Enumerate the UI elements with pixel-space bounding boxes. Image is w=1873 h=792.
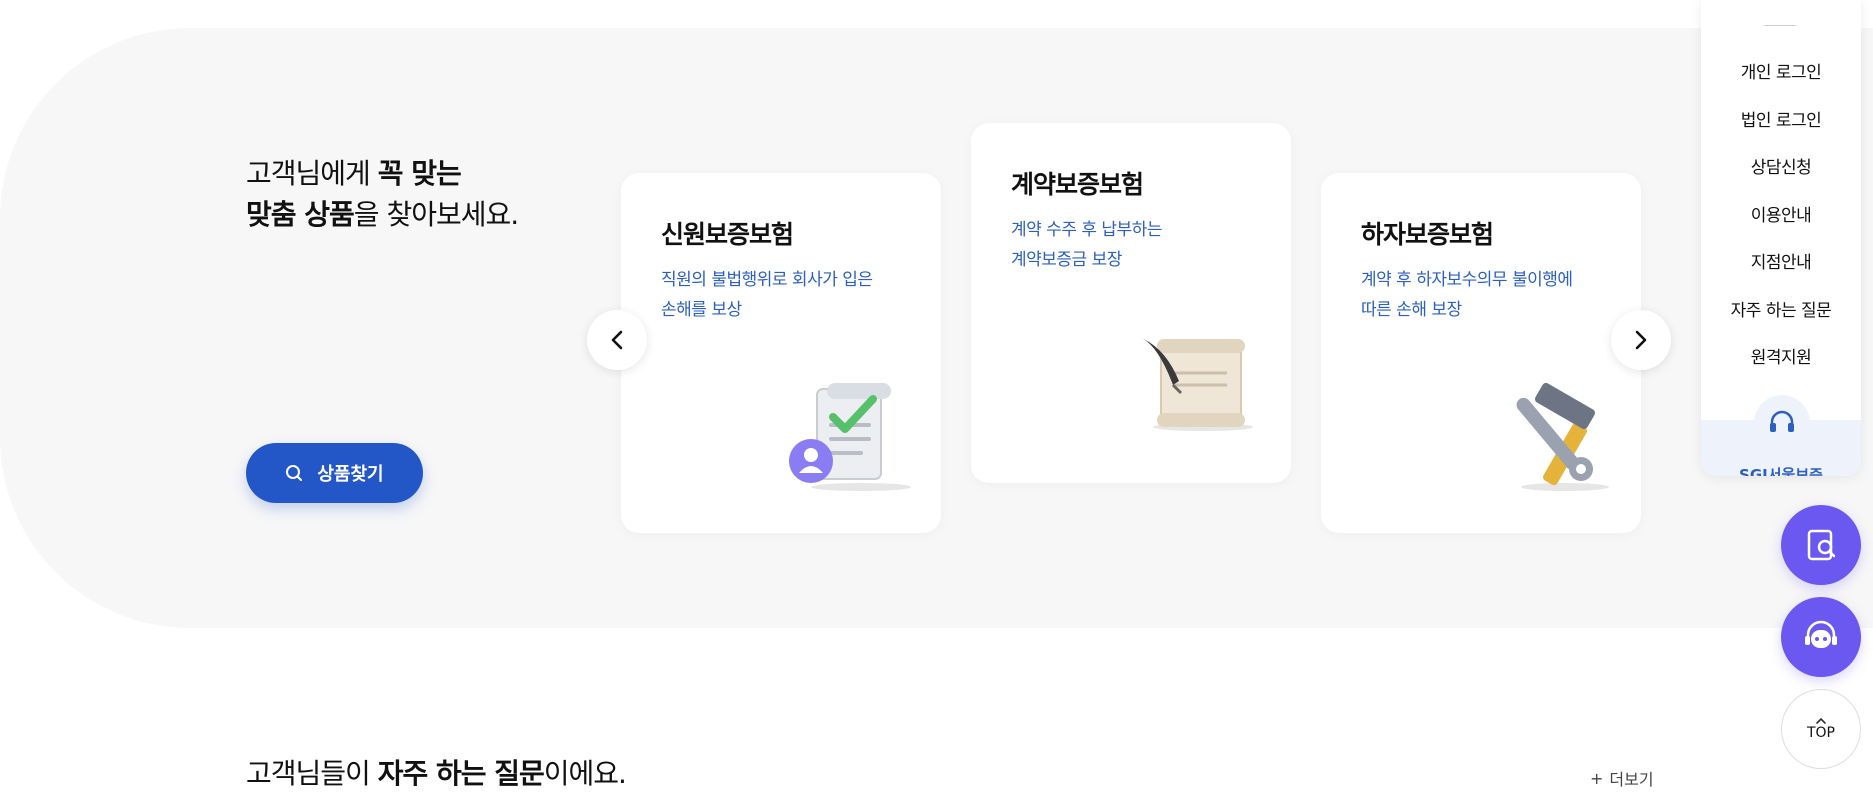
card-description: 계약 수주 후 납부하는 계약보증금 보장: [1011, 220, 1162, 270]
card-description: 계약 후 하자보수의무 불이행에 따른 손해 보장: [1361, 270, 1573, 320]
headline-text: 을 찾아보세요.: [353, 198, 519, 231]
quick-menu-divider: [1764, 25, 1796, 26]
headset-icon: [1754, 395, 1810, 451]
carousel-next-button[interactable]: [1611, 310, 1671, 370]
chatbot-headset-icon: [1805, 620, 1837, 648]
quick-menu-corporate-login[interactable]: 법인 로그인: [1701, 106, 1861, 131]
card-title: 하자보증보험: [1361, 220, 1494, 249]
product-card-defect[interactable]: 하자보증보험 계약 후 하자보수의무 불이행에 따른 손해 보장: [1321, 173, 1641, 533]
quick-menu-personal-login[interactable]: 개인 로그인: [1701, 58, 1861, 83]
scroll-top-label: TOP: [1806, 725, 1835, 741]
faq-section-title: 고객님들이 자주 하는 질문이에요.: [246, 757, 627, 790]
scroll-top-button[interactable]: TOP: [1781, 689, 1861, 769]
document-check-user-icon: [789, 383, 911, 491]
card-description: 직원의 불법행위로 회사가 입은 손해를 보상: [661, 270, 873, 320]
search-icon: [286, 465, 303, 481]
chevron-right-icon: [1635, 330, 1647, 350]
product-card-contract[interactable]: 계약보증보험 계약 수주 후 납부하는 계약보증금 보장: [971, 123, 1291, 483]
quick-menu-footer-label: SGI서울보증: [1739, 466, 1823, 476]
book-search-icon: [1807, 529, 1836, 561]
quick-menu-guide[interactable]: 이용안내: [1701, 201, 1861, 226]
scroll-quill-icon: [1139, 337, 1253, 431]
chatbot-fab[interactable]: [1781, 597, 1861, 677]
quick-menu-remote-support[interactable]: 원격지원: [1701, 343, 1861, 368]
hero-headline: 고객님에게 꼭 맞는 맞춤 상품을 찾아보세요.: [246, 153, 519, 235]
find-product-label: 상품찾기: [317, 464, 384, 485]
faq-more-link[interactable]: + 더보기: [1590, 766, 1654, 790]
plus-icon: +: [1590, 768, 1604, 788]
quick-menu-consultation[interactable]: 상담신청: [1701, 153, 1861, 178]
card-title: 신원보증보험: [661, 220, 794, 249]
product-search-fab[interactable]: [1781, 505, 1861, 585]
card-title: 계약보증보험: [1011, 170, 1144, 199]
chevron-up-icon: [1816, 717, 1826, 724]
headline-text: 고객님에게: [246, 157, 378, 190]
hammer-wrench-icon: [1516, 382, 1609, 491]
product-card-fidelity[interactable]: 신원보증보험 직원의 불법행위로 회사가 입은 손해를 보상: [621, 173, 941, 533]
headline-emphasis: 맞춤 상품: [246, 198, 355, 231]
chevron-left-icon: [611, 330, 623, 350]
find-product-button[interactable]: 상품찾기: [246, 443, 423, 503]
quick-menu-panel: 개인 로그인 법인 로그인 상담신청 이용안내 지점안내 자주 하는 질문 원격…: [1701, 0, 1861, 476]
quick-menu-branches[interactable]: 지점안내: [1701, 248, 1861, 273]
quick-menu-faq[interactable]: 자주 하는 질문: [1701, 296, 1861, 321]
more-label: 더보기: [1609, 770, 1654, 789]
headline-emphasis: 꼭 맞는: [377, 157, 462, 190]
carousel-prev-button[interactable]: [587, 310, 647, 370]
